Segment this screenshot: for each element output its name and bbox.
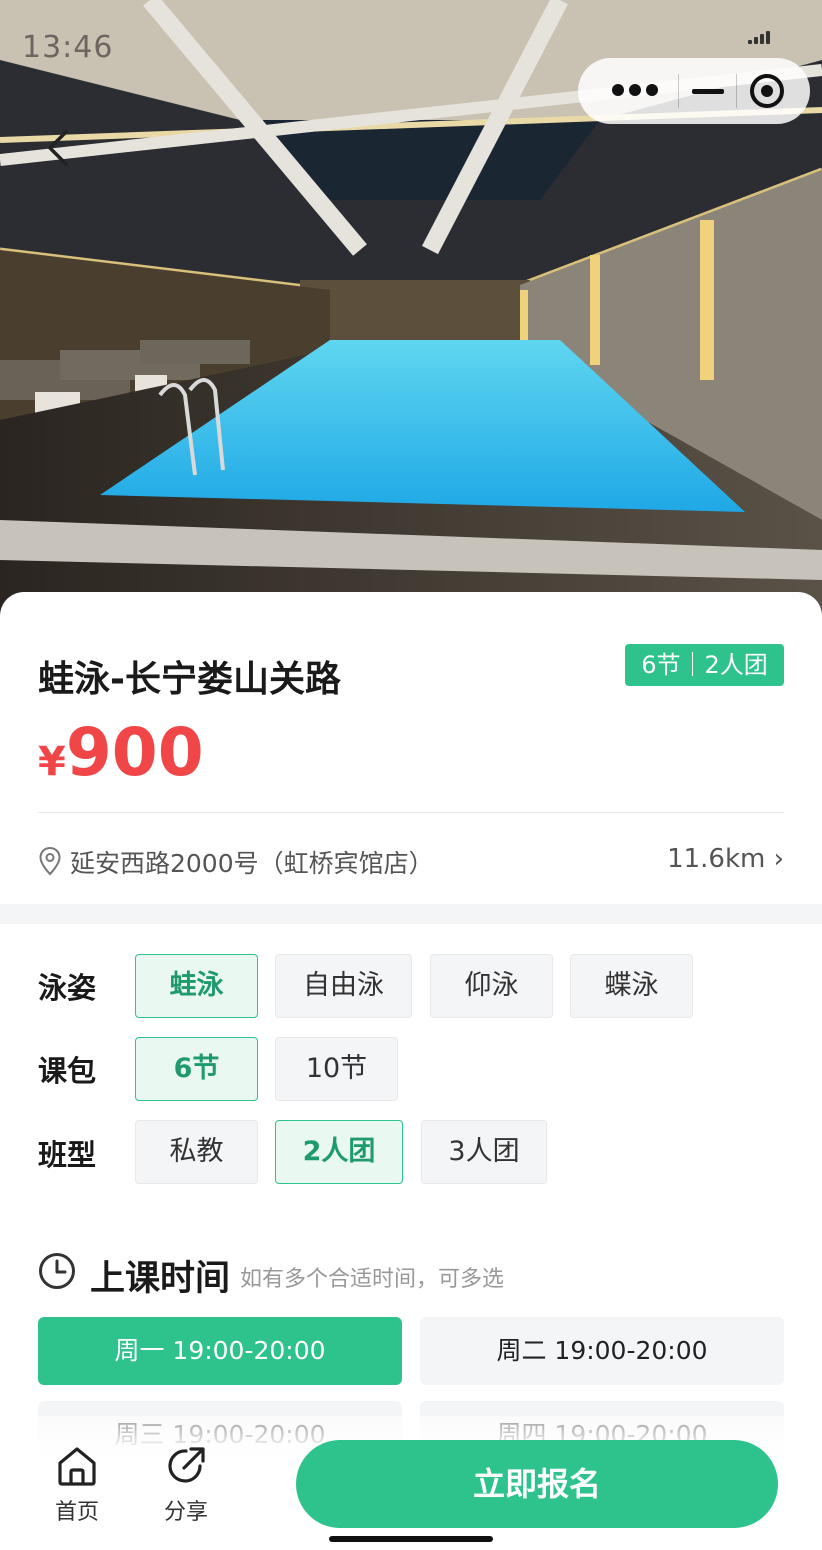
capsule-divider: [736, 74, 737, 108]
mini-program-capsule: [578, 58, 810, 124]
signal-icon: [748, 30, 770, 44]
time-slot-monday[interactable]: 周一 19:00-20:00: [38, 1317, 402, 1385]
price: ¥900: [38, 714, 204, 791]
hero-image: 13:46: [0, 0, 822, 640]
course-title: 蛙泳-长宁娄山关路: [38, 659, 341, 700]
class-option-2-person[interactable]: 2人团: [275, 1120, 403, 1184]
stroke-option-freestyle[interactable]: 自由泳: [275, 954, 412, 1018]
address-row[interactable]: 延安西路2000号（虹桥宾馆店） 11.6km ›: [38, 842, 784, 882]
class-option-private[interactable]: 私教: [135, 1120, 258, 1184]
location-pin-icon: [39, 846, 61, 876]
class-type-label: 班型: [38, 1138, 97, 1172]
minimize-icon[interactable]: [692, 89, 724, 94]
home-nav-label: 首页: [54, 1500, 99, 1525]
package-option-6[interactable]: 6节: [135, 1037, 258, 1101]
bottom-action-bar: 首页 分享 立即报名: [0, 1416, 822, 1550]
price-value: 900: [65, 714, 204, 791]
course-info-card: 蛙泳-长宁娄山关路 6节｜2人团 ¥900 延安西路2000号（虹桥宾馆店） 1…: [0, 592, 822, 904]
price-currency: ¥: [38, 739, 66, 785]
stroke-option-backstroke[interactable]: 仰泳: [430, 954, 553, 1018]
signup-button[interactable]: 立即报名: [296, 1440, 778, 1528]
schedule-hint: 如有多个合适时间，可多选: [240, 1267, 505, 1292]
more-icon[interactable]: [612, 84, 658, 98]
address-text: 延安西路2000号（虹桥宾馆店）: [70, 849, 434, 878]
class-option-3-person[interactable]: 3人团: [421, 1120, 547, 1184]
schedule-title: 上课时间: [90, 1259, 231, 1299]
stroke-option-butterfly[interactable]: 蝶泳: [570, 954, 693, 1018]
back-icon[interactable]: [36, 120, 84, 176]
distance-text: 11.6km ›: [667, 844, 784, 874]
capsule-divider: [678, 74, 679, 108]
home-nav-button[interactable]: 首页: [42, 1444, 112, 1526]
close-target-icon[interactable]: [750, 74, 784, 108]
share-nav-button[interactable]: 分享: [151, 1444, 221, 1526]
section-separator: [0, 904, 822, 924]
home-icon: [58, 1447, 96, 1486]
time-slot-tuesday[interactable]: 周二 19:00-20:00: [420, 1317, 784, 1385]
share-nav-label: 分享: [163, 1500, 208, 1525]
share-icon: [168, 1447, 205, 1483]
stroke-option-breaststroke[interactable]: 蛙泳: [135, 954, 258, 1018]
clock-icon: [39, 1253, 75, 1289]
home-indicator: [329, 1536, 493, 1542]
stroke-label: 泳姿: [38, 971, 97, 1005]
divider: [38, 812, 784, 813]
course-tag-badge: 6节｜2人团: [625, 644, 784, 686]
package-option-10[interactable]: 10节: [275, 1037, 398, 1101]
status-bar-time: 13:46: [22, 30, 114, 65]
package-label: 课包: [38, 1054, 97, 1088]
